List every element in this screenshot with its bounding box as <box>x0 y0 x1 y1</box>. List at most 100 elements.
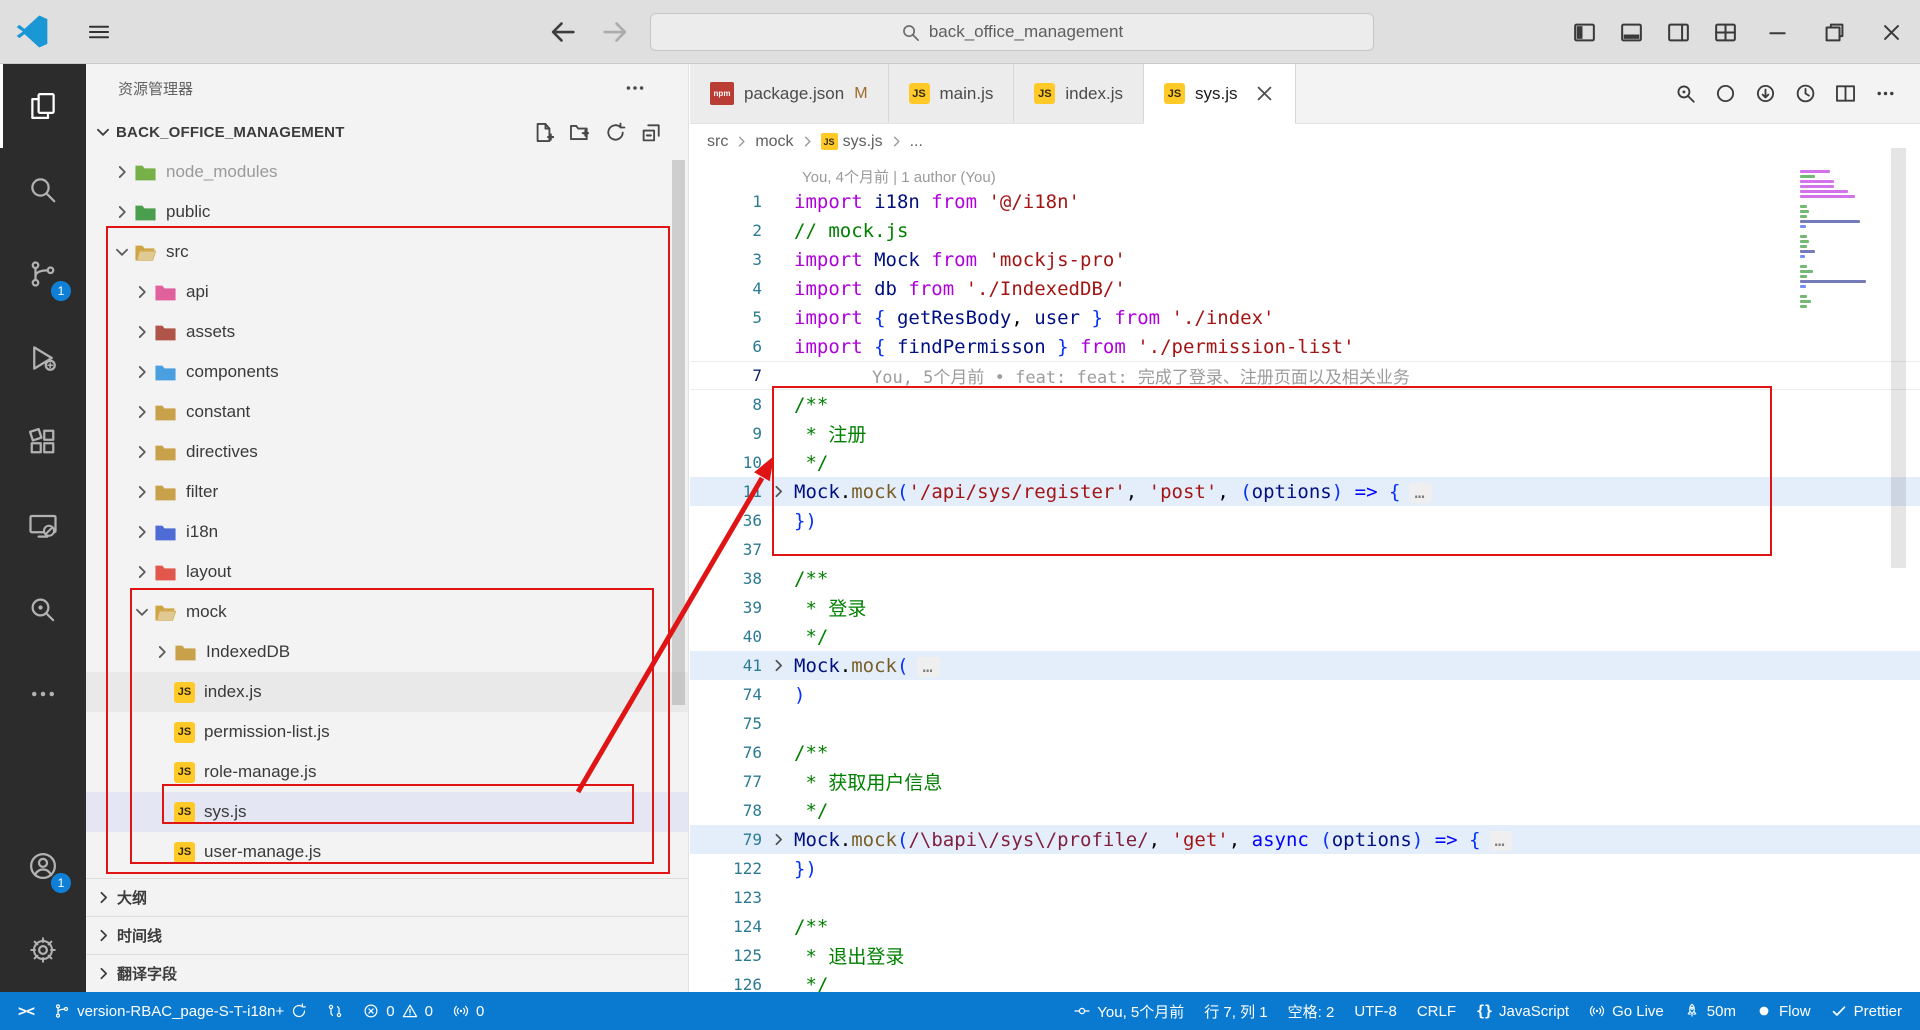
activity-remote-explorer[interactable] <box>0 484 86 568</box>
menu-icon[interactable] <box>86 20 112 44</box>
tree-item-components[interactable]: components <box>86 352 688 392</box>
new-folder-icon[interactable] <box>569 122 590 143</box>
minimap[interactable] <box>1796 124 1874 310</box>
line-number: 7 <box>752 366 762 385</box>
tree-item-IndexedDB[interactable]: IndexedDB <box>86 632 688 672</box>
breadcrumb-sys.js[interactable]: JS sys.js <box>820 133 883 151</box>
restore-button[interactable] <box>1806 0 1863 64</box>
open-changes-with-icon[interactable] <box>1755 83 1776 104</box>
fold-chevron-icon[interactable] <box>770 831 787 848</box>
collapse-folders-icon[interactable] <box>641 122 662 143</box>
line-number: 77 <box>742 772 762 791</box>
scrollbar-thumb[interactable] <box>1891 148 1906 568</box>
tree-item-user-manage.js[interactable]: JS user-manage.js <box>86 832 688 872</box>
status-git-compare[interactable] <box>317 992 353 1030</box>
timeline-icon[interactable] <box>1795 83 1816 104</box>
code-line-125: 125 * 退出登录 <box>690 941 1920 970</box>
folded-code-ellipsis[interactable]: … <box>1489 830 1512 851</box>
open-changes-icon[interactable] <box>1715 83 1736 104</box>
editor-scrollbar[interactable] <box>1891 128 1906 982</box>
status-wakatime[interactable]: 50m <box>1674 992 1746 1030</box>
command-center-search[interactable]: back_office_management <box>650 13 1374 51</box>
tree-item-mock[interactable]: mock <box>86 592 688 632</box>
folder-icon <box>154 563 177 582</box>
status-prettier[interactable]: Prettier <box>1821 992 1912 1030</box>
tree-item-filter[interactable]: filter <box>86 472 688 512</box>
status-branch[interactable]: version-RBAC_page-S-T-i18n+ <box>44 992 317 1030</box>
chevron-down-icon <box>110 243 134 261</box>
tree-item-i18n[interactable]: i18n <box>86 512 688 552</box>
fold-chevron-icon[interactable] <box>770 483 787 500</box>
status-problems[interactable]: 00 <box>353 992 443 1030</box>
close-icon[interactable] <box>1254 83 1275 104</box>
tree-item-public[interactable]: public <box>86 192 688 232</box>
status-indentation[interactable]: 空格: 2 <box>1278 992 1345 1030</box>
sidebar-panel-大纲[interactable]: 大纲 <box>86 878 688 916</box>
status-remote[interactable]: >< <box>8 992 44 1030</box>
activity-accounts[interactable]: 1 <box>0 824 86 908</box>
sidebar-more-actions-icon[interactable] <box>624 77 646 99</box>
activity-search[interactable] <box>0 148 86 232</box>
toggle-panel-button[interactable] <box>1608 0 1655 64</box>
tab-sys.js[interactable]: JS sys.js <box>1144 64 1296 124</box>
close-button[interactable] <box>1863 0 1920 64</box>
split-editor-icon[interactable] <box>1835 83 1856 104</box>
activity-extensions[interactable] <box>0 400 86 484</box>
activity-run-debug[interactable] <box>0 316 86 400</box>
tree-item-sys.js[interactable]: JS sys.js <box>86 792 688 832</box>
tree-item-permission-list.js[interactable]: JS permission-list.js <box>86 712 688 752</box>
status-language[interactable]: {} JavaScript <box>1466 992 1579 1030</box>
fold-chevron-icon[interactable] <box>770 657 787 674</box>
minimize-button[interactable] <box>1749 0 1806 64</box>
breadcrumb-mock[interactable]: mock <box>755 133 793 151</box>
activity-settings[interactable] <box>0 908 86 992</box>
tree-item-assets[interactable]: assets <box>86 312 688 352</box>
sidebar-scrollbar[interactable] <box>672 160 685 705</box>
chevron-right-icon <box>130 483 154 501</box>
status-ports[interactable]: 0 <box>443 992 494 1030</box>
activity-source-control[interactable]: 1 <box>0 232 86 316</box>
tab-index.js[interactable]: JS index.js <box>1014 64 1145 123</box>
tree-item-index.js[interactable]: JS index.js <box>86 672 688 712</box>
language-glyph: {} <box>1475 1002 1493 1020</box>
more-actions-icon[interactable] <box>1875 83 1896 104</box>
folded-code-ellipsis[interactable]: … <box>917 656 940 677</box>
activity-gitlens-inspect[interactable] <box>0 568 86 652</box>
toggle-secondary-sidebar-button[interactable] <box>1655 0 1702 64</box>
toggle-primary-sidebar-button[interactable] <box>1561 0 1608 64</box>
activity-explorer[interactable] <box>0 64 86 148</box>
nav-back-icon[interactable] <box>548 17 578 47</box>
new-file-icon[interactable] <box>533 122 554 143</box>
gitlens-file-annotations-icon[interactable] <box>1675 83 1696 104</box>
breadcrumb-...[interactable]: ... <box>910 133 923 151</box>
tab-package.json[interactable]: npm package.json M <box>690 64 889 123</box>
project-name: BACK_OFFICE_MANAGEMENT <box>116 123 345 141</box>
status-gitlens-blame[interactable]: You, 5个月前 <box>1064 992 1194 1030</box>
status-eol[interactable]: CRLF <box>1407 992 1466 1030</box>
tree-item-role-manage.js[interactable]: JS role-manage.js <box>86 752 688 792</box>
radio-icon <box>1589 1003 1605 1019</box>
project-section-header[interactable]: BACK_OFFICE_MANAGEMENT <box>86 112 688 152</box>
customize-layout-button[interactable] <box>1702 0 1749 64</box>
status-go-live[interactable]: Go Live <box>1579 992 1674 1030</box>
tree-item-node_modules[interactable]: node_modules <box>86 152 688 192</box>
tab-main.js[interactable]: JS main.js <box>888 64 1015 123</box>
tree-item-src[interactable]: src <box>86 232 688 272</box>
tree-item-layout[interactable]: layout <box>86 552 688 592</box>
activity-more-views[interactable] <box>0 652 86 736</box>
tree-item-constant[interactable]: constant <box>86 392 688 432</box>
line-number: 10 <box>742 453 762 472</box>
chevron-right-icon <box>110 163 134 181</box>
breadcrumb-src[interactable]: src <box>707 133 728 151</box>
tree-item-api[interactable]: api <box>86 272 688 312</box>
refresh-explorer-icon[interactable] <box>605 122 626 143</box>
codelens[interactable]: You, 4个月前 | 1 author (You) <box>690 159 1920 187</box>
sidebar-panel-翻译字段[interactable]: 翻译字段 <box>86 954 688 992</box>
nav-forward-icon[interactable] <box>600 17 630 47</box>
status-flow[interactable]: Flow <box>1746 992 1821 1030</box>
folded-code-ellipsis[interactable]: … <box>1409 482 1432 503</box>
tree-item-directives[interactable]: directives <box>86 432 688 472</box>
status-encoding[interactable]: UTF-8 <box>1344 992 1407 1030</box>
status-cursor-position[interactable]: 行 7, 列 1 <box>1194 992 1277 1030</box>
sidebar-panel-时间线[interactable]: 时间线 <box>86 916 688 954</box>
